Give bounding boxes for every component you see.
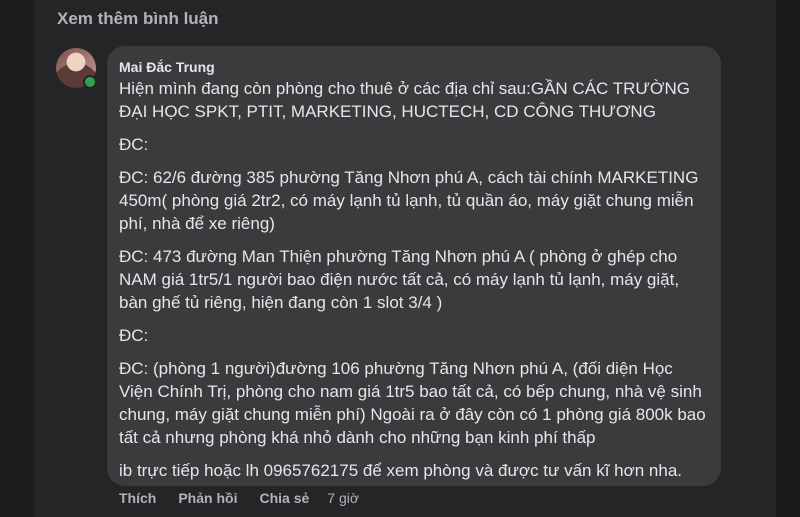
comment-paragraph: ĐC: 62/6 đường 385 phường Tăng Nhơn phú … bbox=[119, 168, 699, 233]
comment-author[interactable]: Mai Đắc Trung bbox=[119, 59, 709, 75]
comment-paragraph: ĐC: (phòng 1 người)đường 106 phường Tăng… bbox=[119, 359, 706, 447]
comment-paragraph: ib trực tiếp hoặc lh 0965762175 để xem p… bbox=[119, 461, 683, 480]
comment-paragraph: ĐC: bbox=[119, 135, 149, 154]
comment-bubble: Mai Đắc Trung Hiện mình đang còn phòng c… bbox=[107, 46, 721, 486]
comment-paragraph: ĐC: bbox=[119, 326, 149, 345]
like-button[interactable]: Thích bbox=[119, 490, 156, 506]
comment-actions: Thích Phản hồi Chia sẻ 7 giờ bbox=[119, 490, 359, 506]
online-status-icon bbox=[83, 75, 97, 89]
left-scrollbar[interactable] bbox=[0, 0, 34, 517]
comment-paragraph: Hiện mình đang còn phòng cho thuê ở các … bbox=[119, 79, 690, 121]
comment-timestamp[interactable]: 7 giờ bbox=[327, 490, 359, 506]
see-more-comments-link[interactable]: Xem thêm bình luận bbox=[57, 9, 219, 29]
comment-paragraph: ĐC: 473 đường Man Thiện phường Tăng Nhơn… bbox=[119, 247, 680, 312]
share-button[interactable]: Chia sẻ bbox=[259, 490, 309, 506]
right-panel-edge bbox=[776, 0, 800, 517]
reply-button[interactable]: Phản hồi bbox=[178, 490, 237, 506]
